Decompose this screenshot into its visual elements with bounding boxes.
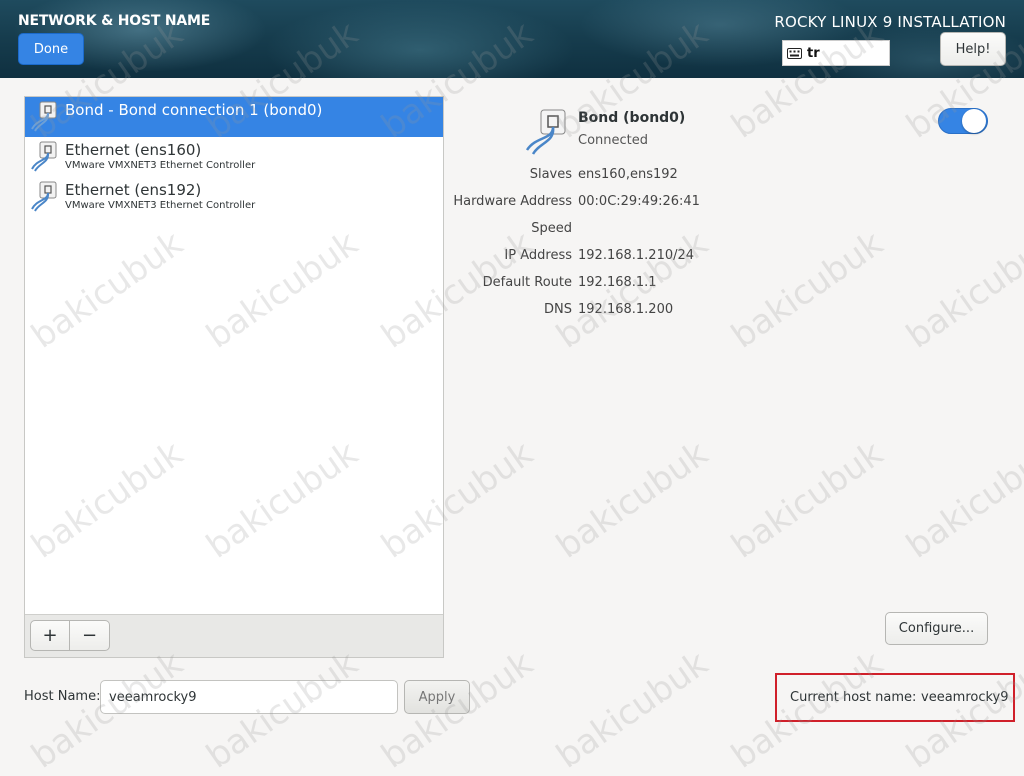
detail-label: IP Address [504,248,572,263]
watermark-text: bakicubuk [724,433,891,567]
apply-button[interactable]: Apply [404,680,470,714]
detail-row-speed: Speed [440,221,1000,241]
help-button[interactable]: Help! [940,32,1006,66]
network-wired-icon [31,181,57,212]
current-host-name-box: Current host name: veeamrocky9 [775,673,1015,722]
network-wired-icon [31,101,57,132]
current-host-name-value: veeamrocky9 [921,690,1009,705]
device-list-toolbar: + − [25,614,443,657]
detail-label: Speed [531,221,572,236]
network-wired-icon [525,109,566,155]
detail-value: 192.168.1.210/24 [578,248,695,263]
device-description: VMware VMXNET3 Ethernet Controller [65,200,256,211]
device-row-ens192[interactable]: Ethernet (ens192) VMware VMXNET3 Etherne… [25,177,443,217]
header-bar: NETWORK & HOST NAME Done ROCKY LINUX 9 I… [0,0,1024,78]
detail-label: Slaves [529,167,572,182]
device-detail-status: Connected [578,133,649,148]
device-list-panel: Bond - Bond connection 1 (bond0) Etherne… [24,96,444,658]
device-description: VMware VMXNET3 Ethernet Controller [65,160,256,171]
device-name: Bond - Bond connection 1 (bond0) [65,101,323,119]
keyboard-icon [787,47,802,59]
detail-value: 192.168.1.200 [578,302,674,317]
detail-value: 00:0C:29:49:26:41 [578,194,700,209]
keyboard-layout-indicator[interactable]: tr [782,40,890,66]
host-name-input[interactable] [100,680,398,714]
network-wired-icon [31,141,57,172]
detail-label: DNS [544,302,572,317]
watermark-text: bakicubuk [549,433,716,567]
device-text: Bond - Bond connection 1 (bond0) [65,101,322,119]
detail-label: Hardware Address [453,194,572,209]
configure-button[interactable]: Configure... [885,612,988,645]
detail-value: 192.168.1.1 [578,275,657,290]
detail-row-dns: DNS 192.168.1.200 [440,302,1000,322]
device-row-bond0[interactable]: Bond - Bond connection 1 (bond0) [25,97,443,137]
device-row-ens160[interactable]: Ethernet (ens160) VMware VMXNET3 Etherne… [25,137,443,177]
detail-value: ens160,ens192 [578,167,678,182]
add-device-button[interactable]: + [30,620,70,651]
watermark-text: bakicubuk [549,643,716,776]
toggle-knob[interactable] [962,109,986,133]
device-name: Ethernet (ens160) [65,141,202,159]
device-name: Ethernet (ens192) [65,181,202,199]
watermark-text: bakicubuk [899,433,1024,567]
detail-label: Default Route [482,275,572,290]
detail-row-hardware-address: Hardware Address 00:0C:29:49:26:41 [440,194,1000,214]
device-enable-toggle[interactable] [938,108,988,134]
page-title: NETWORK & HOST NAME [18,13,211,29]
device-list: Bond - Bond connection 1 (bond0) Etherne… [25,97,443,615]
detail-row-default-route: Default Route 192.168.1.1 [440,275,1000,295]
device-detail-name: Bond (bond0) [578,110,686,126]
remove-device-button[interactable]: − [70,620,110,651]
current-host-name-label: Current host name: [790,690,917,705]
detail-row-slaves: Slaves ens160,ens192 [440,167,1000,187]
detail-row-ip-address: IP Address 192.168.1.210/24 [440,248,1000,268]
product-title: ROCKY LINUX 9 INSTALLATION [774,13,1006,31]
host-name-label: Host Name: [24,689,101,704]
keyboard-layout-label: tr [807,45,820,61]
device-text: Ethernet (ens192) VMware VMXNET3 Etherne… [65,181,255,212]
done-button[interactable]: Done [18,33,84,65]
device-text: Ethernet (ens160) VMware VMXNET3 Etherne… [65,141,255,172]
